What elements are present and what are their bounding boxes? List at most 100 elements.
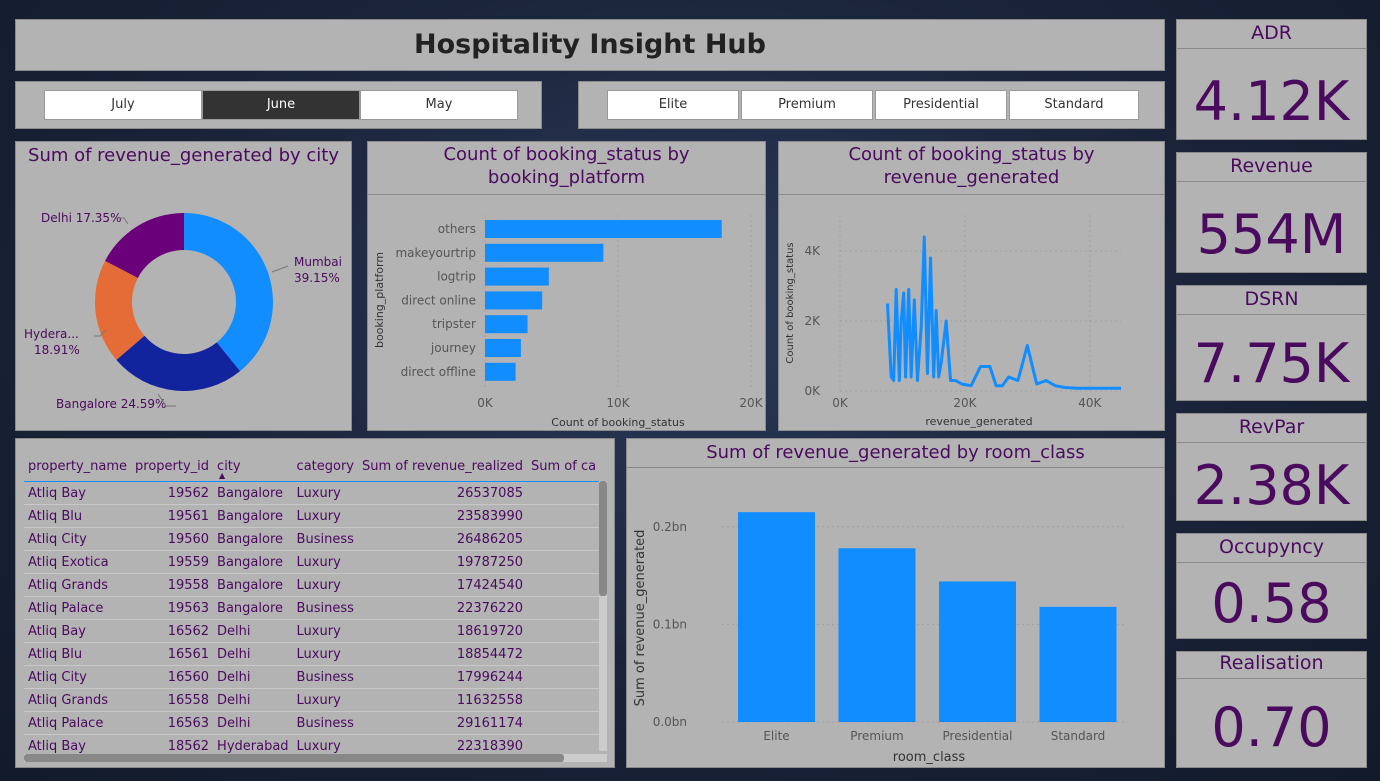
y-tick-label: 2K [804, 314, 821, 328]
revenue-realized-cell: 18854472 [358, 642, 527, 666]
capacity-cell [527, 481, 601, 505]
category-cell: Luxury [292, 573, 358, 597]
kpi-card-dsrn: DSRN 7.75K [1176, 285, 1367, 401]
x-axis-label: Count of booking_status [551, 416, 685, 429]
category-cell: Business [292, 527, 358, 551]
column-header-property-name[interactable]: property_name [24, 451, 131, 482]
table-row[interactable]: Atliq Blu 19561 Bangalore Luxury 23583990 [24, 504, 601, 528]
kpi-divider [1177, 181, 1366, 182]
y-axis-label: Count of booking_status [785, 242, 796, 363]
city-cell: Bangalore [213, 573, 293, 597]
table-row[interactable]: Atliq Grands 16558 Delhi Luxury 11632558 [24, 688, 601, 712]
x-tick-label: 40K [1078, 396, 1102, 410]
capacity-cell [527, 573, 601, 597]
vertical-scrollbar-thumb[interactable] [599, 481, 607, 596]
month-option-july[interactable]: July [44, 90, 202, 120]
chart-title: Sum of revenue_generated by room_class [706, 442, 1085, 463]
property-id-cell: 19558 [131, 573, 214, 597]
revenue-realized-cell: 22376220 [358, 596, 527, 620]
column-header-capacity[interactable]: Sum of ca [527, 451, 600, 482]
class-option-presidential[interactable]: Presidential [875, 90, 1007, 120]
capacity-cell [527, 642, 601, 666]
month-option-june[interactable]: June [202, 90, 360, 120]
category-cell: Business [292, 665, 358, 689]
month-option-may[interactable]: May [360, 90, 518, 120]
kpi-card-occupancy: Occupyncy 0.58 [1176, 533, 1367, 639]
y-tick-label: 0.1bn [653, 617, 687, 631]
kpi-value: 4.12K [1193, 70, 1350, 133]
property-name-cell: Atliq Palace [24, 711, 132, 735]
property-id-cell: 16562 [131, 619, 214, 643]
class-option-elite[interactable]: Elite [607, 90, 739, 120]
bar [485, 267, 549, 286]
revenue-realized-cell: 17424540 [358, 573, 527, 597]
chart-title: Sum of revenue_generated by city [28, 145, 339, 166]
property-name-cell: Atliq Palace [24, 596, 132, 620]
revenue-realized-cell: 23583990 [358, 504, 527, 528]
column-header-property-id[interactable]: property_id [131, 451, 213, 482]
kpi-card-adr: ADR 4.12K [1176, 19, 1367, 140]
y-tick-label: 0K [804, 384, 821, 398]
city-cell: Delhi [213, 642, 293, 666]
table-row[interactable]: Atliq City 19560 Bangalore Business 26486205 [24, 527, 601, 551]
y-tick-label: direct online [401, 293, 476, 307]
capacity-cell [527, 665, 601, 689]
capacity-cell [527, 527, 601, 551]
horizontal-scrollbar[interactable] [24, 754, 607, 762]
y-axis-label: Sum of revenue_generated [633, 530, 648, 707]
city-cell: Bangalore [213, 596, 293, 620]
room-class-slicer: Elite Premium Presidential Standard [578, 81, 1165, 129]
city-cell: Delhi [213, 619, 293, 643]
table-row[interactable]: Atliq Grands 19558 Bangalore Luxury 17424540 [24, 573, 601, 597]
property-id-cell: 16561 [131, 642, 214, 666]
table-header-underline [24, 481, 599, 482]
x-tick-label: Standard [1051, 729, 1106, 743]
column-header-category[interactable]: category [293, 451, 358, 482]
bar [485, 243, 604, 262]
capacity-cell [527, 711, 601, 735]
city-cell: Delhi [213, 665, 293, 689]
class-option-premium[interactable]: Premium [741, 90, 873, 120]
class-option-standard[interactable]: Standard [1009, 90, 1139, 120]
y-tick-label: logtrip [437, 270, 476, 284]
column-header-revenue-realized[interactable]: Sum of revenue_realized [358, 451, 527, 482]
room-class-bar-chart: 0.0bn 0.1bn 0.2bn Elite Premium Presidential S… [633, 512, 1127, 765]
bar [738, 512, 815, 722]
kpi-value: 554M [1196, 203, 1347, 266]
horizontal-scrollbar-thumb[interactable] [24, 754, 564, 762]
table-row[interactable]: Atliq City 16560 Delhi Business 17996244 [24, 665, 601, 689]
capacity-cell [527, 596, 601, 620]
kpi-divider [1177, 314, 1366, 315]
column-header-city[interactable]: city ▲ [213, 451, 293, 482]
kpi-card-revenue: Revenue 554M [1176, 152, 1367, 273]
kpi-card-realisation: Realisation 0.70 [1176, 651, 1367, 768]
table-row[interactable]: Atliq Bay 19562 Bangalore Luxury 26537085 [24, 481, 601, 505]
y-tick-label: direct offline [401, 365, 476, 379]
city-cell: Delhi [213, 711, 293, 735]
kpi-value: 0.58 [1211, 572, 1332, 635]
revenue-realized-cell: 18619720 [358, 619, 527, 643]
chart-title: Count of booking_status by revenue_gener… [848, 144, 1095, 188]
platform-bar-chart: 0K 10K 20K others makeyourtrip logtrip direct … [373, 215, 764, 429]
bar [485, 220, 722, 238]
y-tick-label: journey [430, 341, 476, 355]
y-tick-label: tripster [432, 317, 476, 331]
revenue-realized-cell: 19787250 [358, 550, 527, 574]
donut-label: 18.91% [34, 343, 80, 357]
x-tick-label: Presidential [943, 729, 1013, 743]
table-row[interactable]: Atliq Blu 16561 Delhi Luxury 18854472 [24, 642, 601, 666]
city-cell: Bangalore [213, 527, 293, 551]
bar [485, 315, 528, 334]
vertical-scrollbar[interactable] [599, 481, 607, 751]
capacity-cell [527, 688, 601, 712]
table-row[interactable]: Atliq Bay 16562 Delhi Luxury 18619720 [24, 619, 601, 643]
kpi-label: Occupyncy [1219, 536, 1324, 558]
table-row[interactable]: Atliq Palace 16563 Delhi Business 29161174 [24, 711, 601, 735]
table-row[interactable]: Atliq Palace 19563 Bangalore Business 223762… [24, 596, 601, 620]
sort-ascending-icon: ▲ [219, 471, 226, 480]
kpi-divider [1177, 678, 1366, 679]
kpi-label: Realisation [1219, 652, 1324, 674]
kpi-label: ADR [1251, 22, 1292, 44]
bar [939, 581, 1016, 722]
table-row[interactable]: Atliq Exotica 19559 Bangalore Luxury 1978725… [24, 550, 601, 574]
